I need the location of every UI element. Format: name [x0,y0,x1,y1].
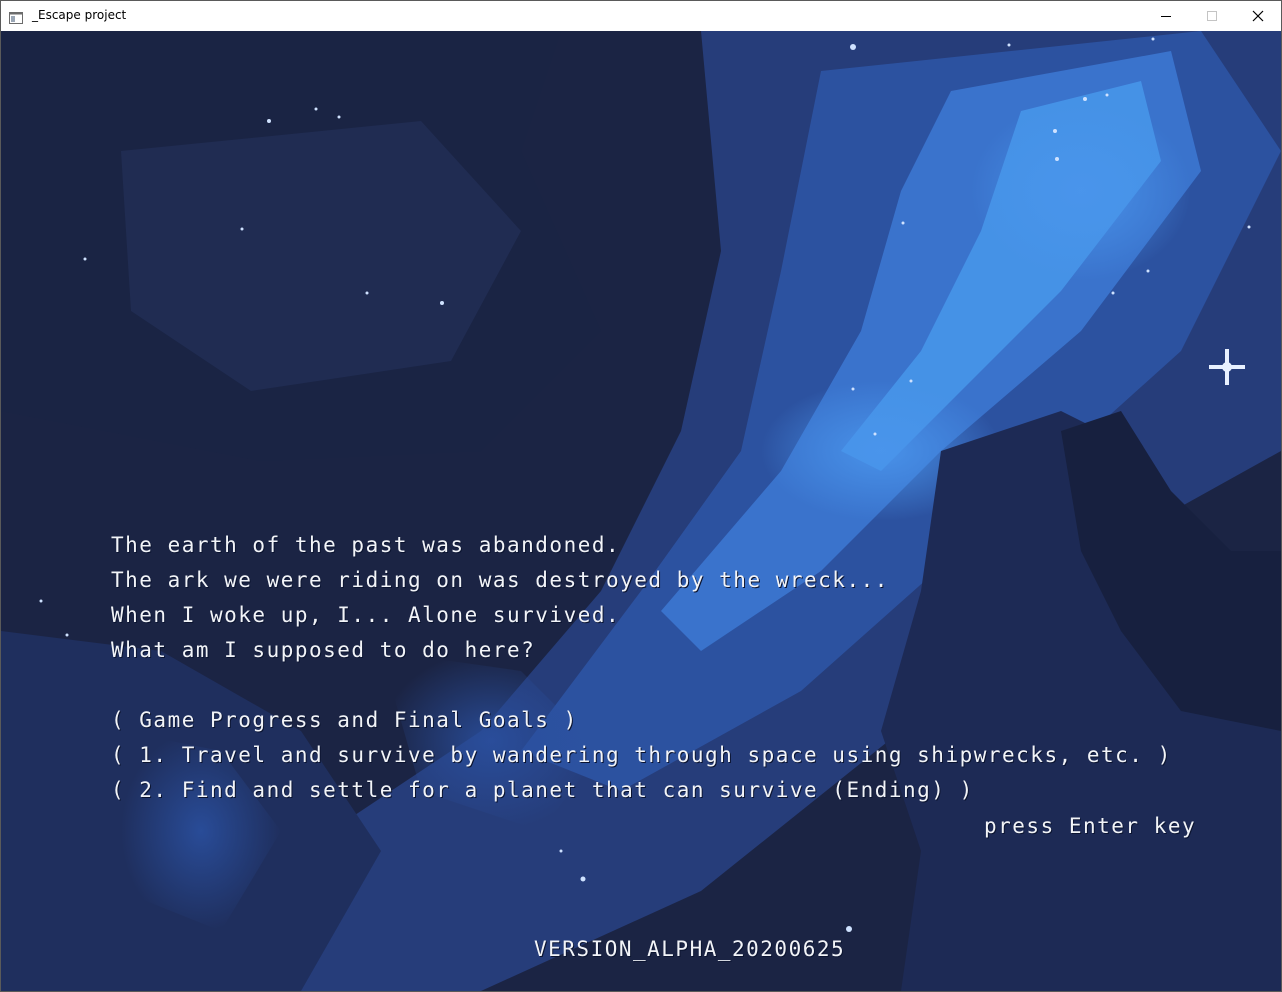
game-window: _Escape project The earth of the past wa… [0,0,1282,992]
app-window-icon [9,9,23,24]
maximize-icon [1206,7,1218,26]
goal-2: ( 2. Find and settle for a planet that c… [111,778,974,802]
minimize-button[interactable] [1143,1,1189,31]
window-title: _Escape project [32,8,127,22]
intro-line-3: When I woke up, I... Alone survived. [111,603,621,627]
intro-line-2: The ark we were riding on was destroyed … [111,568,889,592]
intro-line-1: The earth of the past was abandoned. [111,533,621,557]
goal-1: ( 1. Travel and survive by wandering thr… [111,743,1172,767]
space-nebula-background [1,31,1281,991]
game-canvas[interactable]: The earth of the past was abandoned. The… [1,31,1281,991]
minimize-icon [1160,7,1172,26]
intro-line-4: What am I supposed to do here? [111,638,536,662]
goals-heading: ( Game Progress and Final Goals ) [111,708,578,732]
press-enter-prompt: press Enter key [984,814,1197,838]
maximize-button[interactable] [1189,1,1235,31]
close-button[interactable] [1235,1,1281,31]
title-bar[interactable]: _Escape project [1,1,1281,31]
version-label: VERSION_ALPHA_20200625 [534,937,846,961]
close-icon [1252,7,1264,26]
